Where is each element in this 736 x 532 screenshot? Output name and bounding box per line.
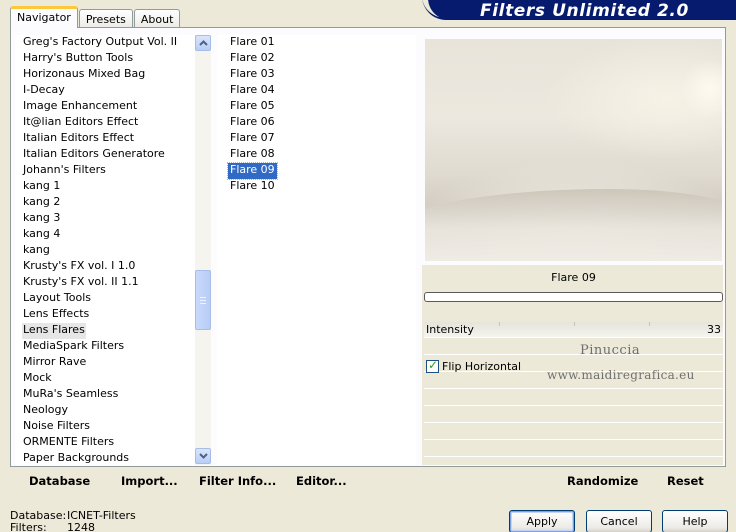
editor-button[interactable]: Editor... <box>296 474 347 488</box>
scroll-thumb[interactable] <box>195 270 211 330</box>
category-item[interactable]: Layout Tools <box>22 291 92 307</box>
filter-item[interactable]: Flare 07 <box>228 131 277 147</box>
control-rows: Intensity 33 <box>424 322 723 464</box>
category-item[interactable]: Harry's Button Tools <box>22 51 134 67</box>
status-filters-label: Filters: <box>10 521 47 532</box>
chevron-up-icon <box>198 40 208 46</box>
filter-item[interactable]: Flare 10 <box>228 179 277 195</box>
category-item[interactable]: kang 3 <box>22 211 61 227</box>
tab-presets[interactable]: Presets <box>78 9 133 28</box>
category-item[interactable]: Lens Flares <box>22 323 86 339</box>
category-item[interactable]: Neology <box>22 403 69 419</box>
category-item[interactable]: Mirror Rave <box>22 355 87 371</box>
randomize-button[interactable]: Randomize <box>567 474 638 488</box>
filter-item[interactable]: Flare 02 <box>228 51 277 67</box>
category-item[interactable]: kang 1 <box>22 179 61 195</box>
selected-filter-name: Flare 09 <box>551 271 596 284</box>
app-title-banner: Filters Unlimited 2.0 <box>422 0 736 21</box>
database-button[interactable]: Database <box>29 474 90 488</box>
intensity-value: 33 <box>707 323 721 336</box>
help-button[interactable]: Help <box>662 510 728 532</box>
category-item[interactable]: kang 2 <box>22 195 61 211</box>
status-filters-value: 1248 <box>67 521 95 532</box>
category-item[interactable]: I-Decay <box>22 83 66 99</box>
cancel-button[interactable]: Cancel <box>586 510 652 532</box>
scroll-down-button[interactable] <box>195 448 211 464</box>
filter-item[interactable]: Flare 09 <box>227 162 278 180</box>
watermark-url: www.maidiregrafica.eu <box>547 368 695 382</box>
tab-navigator[interactable]: Navigator <box>10 6 78 28</box>
category-item[interactable]: MuRa's Seamless <box>22 387 119 403</box>
filter-item[interactable]: Flare 05 <box>228 99 277 115</box>
flip-horizontal-label[interactable]: Flip Horizontal <box>442 360 521 374</box>
apply-button[interactable]: Apply <box>509 510 575 532</box>
category-item[interactable]: Horizonaus Mixed Bag <box>22 67 146 83</box>
category-item[interactable]: Krusty's FX vol. II 1.1 <box>22 275 140 291</box>
category-item[interactable]: It@lian Editors Effect <box>22 115 139 131</box>
status-info: Database:ICNET-Filters Filters: 1248 <box>10 510 136 532</box>
filter-preview-image <box>425 39 722 261</box>
watermark-name: Pinuccia <box>580 343 641 358</box>
flip-horizontal-checkbox[interactable] <box>426 358 439 373</box>
category-item[interactable]: kang 4 <box>22 227 61 243</box>
chevron-down-icon <box>198 453 208 459</box>
scroll-up-button[interactable] <box>195 35 211 51</box>
intensity-label: Intensity <box>426 323 474 336</box>
category-item[interactable]: Paper Backgrounds <box>22 451 130 465</box>
category-item[interactable]: Johann's Filters <box>22 163 107 179</box>
category-item[interactable]: Greg's Factory Output Vol. II <box>22 35 178 51</box>
tab-strip: Navigator Presets About <box>10 6 181 28</box>
filter-item[interactable]: Flare 08 <box>228 147 277 163</box>
reset-button[interactable]: Reset <box>667 474 704 488</box>
filter-info-button[interactable]: Filter Info... <box>199 474 276 488</box>
category-item[interactable]: Krusty's FX vol. I 1.0 <box>22 259 136 275</box>
tab-about[interactable]: About <box>133 9 181 28</box>
category-list[interactable]: Greg's Factory Output Vol. II Harry's But… <box>15 35 211 465</box>
category-item[interactable]: Lens Effects <box>22 307 90 323</box>
filter-item[interactable]: Flare 06 <box>228 115 277 131</box>
filter-item[interactable]: Flare 01 <box>228 35 277 51</box>
intensity-slider[interactable]: Intensity 33 <box>424 322 723 338</box>
category-item[interactable]: ORMENTE Filters <box>22 435 115 451</box>
category-item[interactable]: MediaSpark Filters <box>22 339 125 355</box>
category-scrollbar[interactable] <box>195 35 211 465</box>
category-item[interactable]: Italian Editors Generatore <box>22 147 166 163</box>
filter-item[interactable]: Flare 03 <box>228 67 277 83</box>
filter-list[interactable]: Flare 01 Flare 02 Flare 03 Flare 04 Flare 05… <box>217 35 416 465</box>
category-item[interactable]: Noise Filters <box>22 419 91 435</box>
category-item[interactable]: Mock <box>22 371 53 387</box>
filter-item[interactable]: Flare 04 <box>228 83 277 99</box>
category-item[interactable]: kang <box>22 243 51 259</box>
progress-bar <box>424 292 723 302</box>
import-button[interactable]: Import... <box>121 474 178 488</box>
category-item[interactable]: Italian Editors Effect <box>22 131 135 147</box>
category-item[interactable]: Image Enhancement <box>22 99 138 115</box>
